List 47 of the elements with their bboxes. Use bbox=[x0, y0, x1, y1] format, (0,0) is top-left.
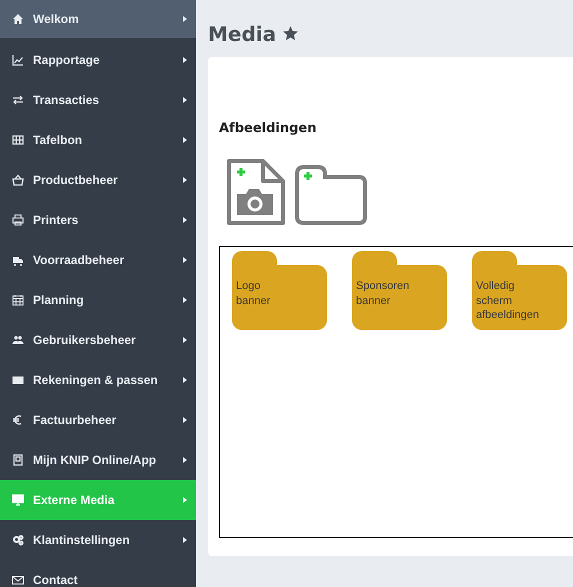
printer-icon bbox=[12, 214, 24, 226]
menu-label: Contact bbox=[33, 573, 79, 587]
monitor-icon bbox=[12, 494, 24, 506]
users-icon bbox=[12, 334, 24, 346]
menu-label: Factuurbeheer bbox=[33, 413, 118, 427]
sidebar-item[interactable]: Productbeheer bbox=[0, 160, 196, 200]
section-title: Afbeeldingen bbox=[219, 121, 318, 136]
add-photo-icon[interactable] bbox=[226, 158, 286, 226]
add-folder-icon[interactable] bbox=[294, 164, 368, 226]
sidebar-item[interactable]: Contact bbox=[0, 560, 196, 587]
sidebar-item[interactable]: Factuurbeheer bbox=[0, 400, 196, 440]
star-icon[interactable] bbox=[282, 25, 300, 42]
page-title: Media bbox=[208, 22, 276, 46]
sidebar-item[interactable]: Mijn KNIP Online/App bbox=[0, 440, 196, 480]
menu-label: Transacties bbox=[33, 93, 100, 107]
sidebar-item[interactable]: Rapportage bbox=[0, 40, 196, 80]
sidebar-item[interactable]: Tafelbon bbox=[0, 120, 196, 160]
menu-label: Klantinstellingen bbox=[33, 533, 131, 547]
sidebar-item[interactable]: Voorraadbeheer bbox=[0, 240, 196, 280]
sidebar-item[interactable]: Printers bbox=[0, 200, 196, 240]
chart-icon bbox=[12, 54, 24, 66]
menu-label: Tafelbon bbox=[33, 133, 84, 147]
euro-icon bbox=[12, 414, 24, 426]
basket-icon bbox=[12, 174, 24, 186]
arrows-icon bbox=[12, 94, 24, 106]
sidebar-item[interactable]: Rekeningen & passen bbox=[0, 360, 196, 400]
sidebar-item[interactable]: Welkom bbox=[0, 0, 196, 38]
menu-label: Gebruikersbeheer bbox=[33, 333, 137, 347]
menu-label: Welkom bbox=[33, 12, 80, 26]
sidebar-item[interactable]: Transacties bbox=[0, 80, 196, 120]
gears-icon bbox=[12, 534, 24, 546]
envelope-icon bbox=[12, 574, 24, 586]
menu-label: Productbeheer bbox=[33, 173, 119, 187]
menu-label: Voorraadbeheer bbox=[33, 253, 126, 267]
calendar-icon bbox=[12, 294, 24, 306]
home-icon bbox=[12, 13, 24, 25]
menu-label: Printers bbox=[33, 213, 80, 227]
menu-label: Planning bbox=[33, 293, 85, 307]
menu-label: Mijn KNIP Online/App bbox=[33, 453, 158, 467]
grid-icon bbox=[12, 134, 24, 146]
sidebar-item[interactable]: Gebruikersbeheer bbox=[0, 320, 196, 360]
menu-label: Externe Media bbox=[33, 493, 116, 507]
truck-icon bbox=[12, 254, 24, 266]
menu-label: Rapportage bbox=[33, 53, 101, 67]
sidebar-item[interactable]: Planning bbox=[0, 280, 196, 320]
sidebar-item[interactable]: Klantinstellingen bbox=[0, 520, 196, 560]
menu-label: Rekeningen & passen bbox=[33, 373, 159, 387]
